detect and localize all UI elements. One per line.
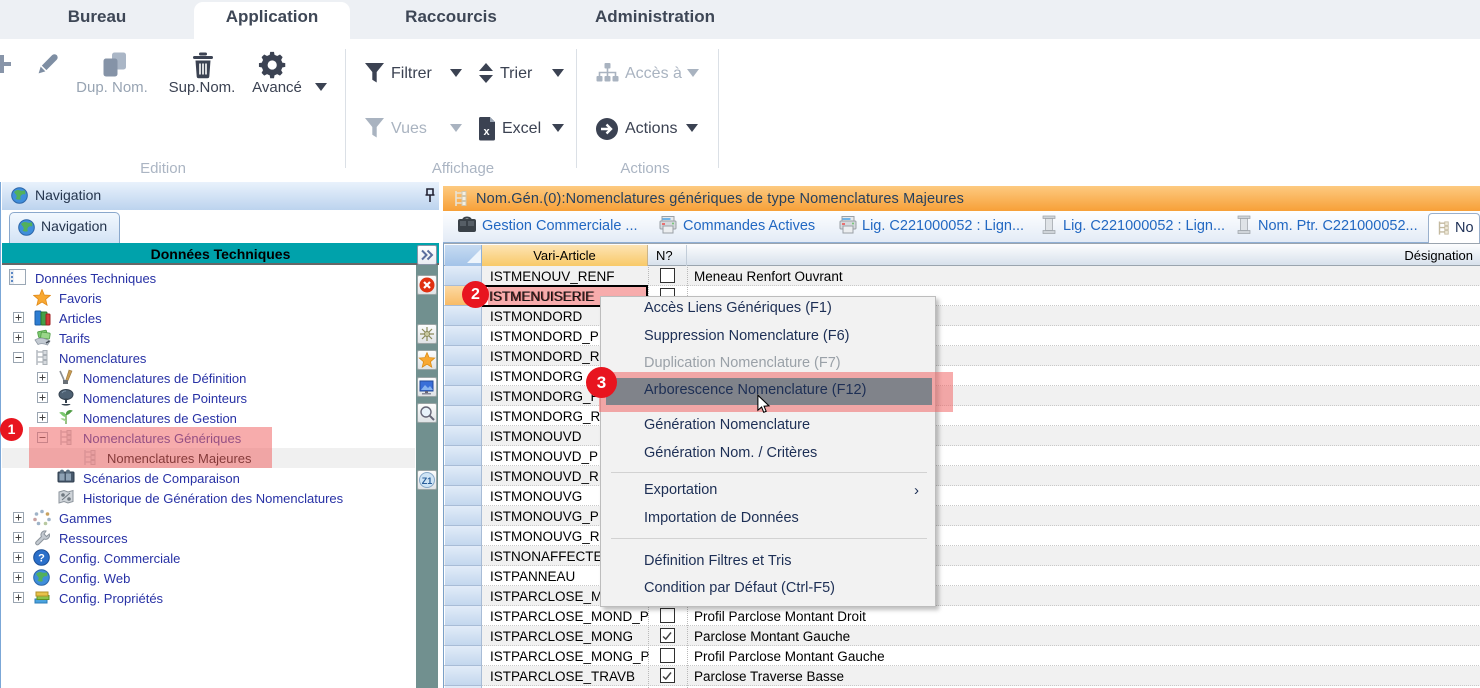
- svg-text:x: x: [483, 126, 490, 138]
- svg-text:Z1: Z1: [422, 476, 433, 486]
- svg-text:?: ?: [38, 553, 45, 565]
